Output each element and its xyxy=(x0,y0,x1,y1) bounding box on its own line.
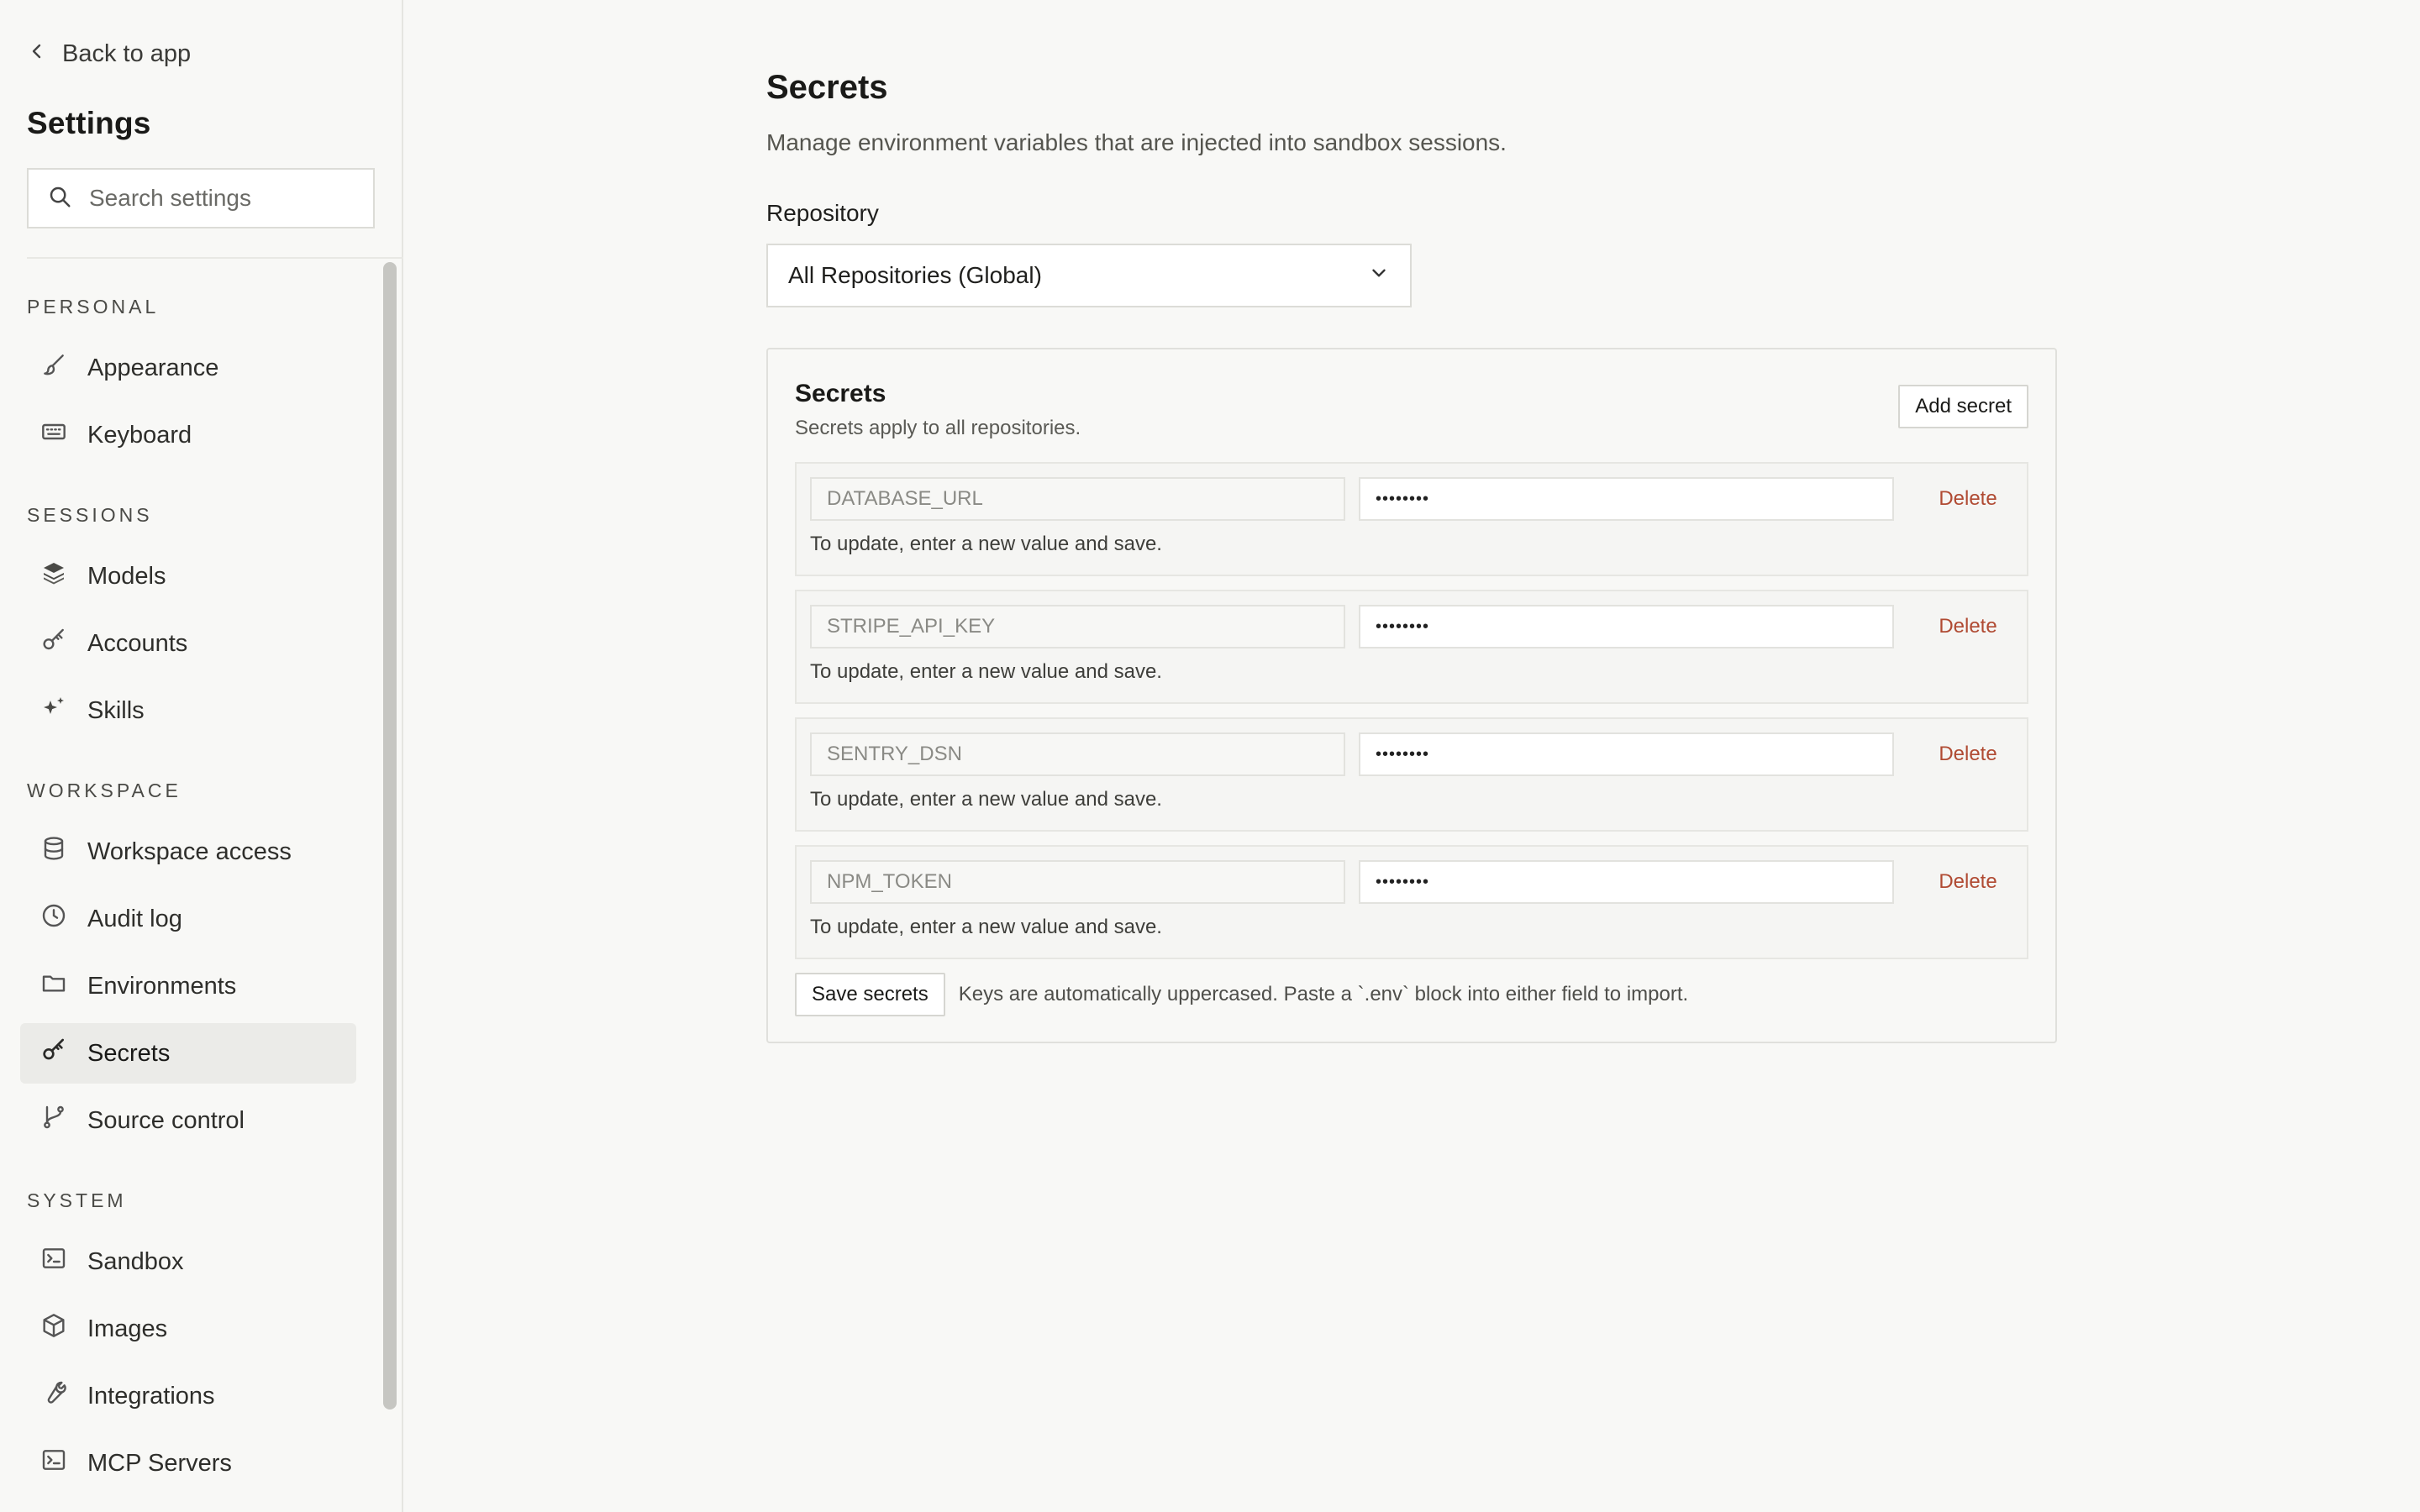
key-icon xyxy=(40,1037,67,1070)
secret-value-input[interactable] xyxy=(1359,860,1894,904)
secret-key-input[interactable] xyxy=(810,477,1345,521)
database-icon xyxy=(40,835,67,869)
section-label-system: SYSTEM xyxy=(27,1189,127,1211)
sidebar-item-models[interactable]: Models xyxy=(20,546,356,606)
sidebar-item-integrations[interactable]: Integrations xyxy=(20,1366,356,1426)
sidebar-nav: PERSONAL Appearance Keyboard SESSIONS Mo… xyxy=(0,259,402,1512)
secret-row: Delete To update, enter a new value and … xyxy=(795,845,2028,959)
secret-row: Delete To update, enter a new value and … xyxy=(795,462,2028,576)
back-to-app-label: Back to app xyxy=(62,39,192,67)
section-label-workspace: WORKSPACE xyxy=(27,780,182,801)
sidebar-item-audit-log[interactable]: Audit log xyxy=(20,889,356,949)
sidebar-item-environments[interactable]: Environments xyxy=(20,956,356,1016)
sidebar-item-workspace-access[interactable]: Workspace access xyxy=(20,822,356,882)
sidebar-item-label: Appearance xyxy=(87,354,219,381)
secret-value-input[interactable] xyxy=(1359,605,1894,648)
secrets-panel-footer: Save secrets Keys are automatically uppe… xyxy=(795,973,2028,1016)
page-subtitle: Manage environment variables that are in… xyxy=(766,129,1507,155)
app-root: Back to app Settings PERSONAL Appearance xyxy=(0,0,2420,1512)
sidebar-item-accounts[interactable]: Accounts xyxy=(20,613,356,674)
sidebar-item-label: Sandbox xyxy=(87,1247,184,1275)
secret-hint: To update, enter a new value and save. xyxy=(810,788,1162,811)
layers-icon xyxy=(40,559,67,593)
page-title: Secrets xyxy=(766,69,888,106)
nav-group-system: SYSTEM Sandbox Images Integrations MCP S… xyxy=(20,1189,375,1494)
nav-group-workspace: WORKSPACE Workspace access Audit log Env… xyxy=(20,780,375,1151)
secret-row: Delete To update, enter a new value and … xyxy=(795,717,2028,832)
repository-select[interactable]: All Repositories (Global) xyxy=(766,244,1412,307)
delete-secret-button[interactable]: Delete xyxy=(1923,487,2013,511)
sparkles-icon xyxy=(40,694,67,727)
keyboard-icon xyxy=(40,418,67,452)
folder-icon xyxy=(40,969,67,1003)
box-icon xyxy=(40,1312,67,1346)
search-icon xyxy=(47,184,72,213)
sidebar-scrollbar[interactable] xyxy=(383,262,397,1512)
sidebar-item-label: MCP Servers xyxy=(87,1449,232,1477)
secret-row: Delete To update, enter a new value and … xyxy=(795,590,2028,704)
save-secrets-button[interactable]: Save secrets xyxy=(795,973,945,1016)
sidebar-header: Back to app Settings xyxy=(0,0,403,259)
chevron-left-icon xyxy=(27,40,47,68)
sidebar-item-source-control[interactable]: Source control xyxy=(20,1090,356,1151)
sidebar-item-label: Skills xyxy=(87,696,145,724)
delete-secret-button[interactable]: Delete xyxy=(1923,870,2013,894)
nav-group-sessions: SESSIONS Models Accounts Skills xyxy=(20,504,375,741)
terminal-icon xyxy=(40,1446,67,1480)
add-secret-button[interactable]: Add secret xyxy=(1898,385,2028,428)
secret-hint: To update, enter a new value and save. xyxy=(810,916,1162,938)
section-label-sessions: SESSIONS xyxy=(27,504,153,526)
sidebar-scrollbar-thumb[interactable] xyxy=(383,262,397,1410)
wrench-icon xyxy=(40,1379,67,1413)
secrets-panel: Secrets Secrets apply to all repositorie… xyxy=(766,348,2057,1043)
secrets-footnote: Keys are automatically uppercased. Paste… xyxy=(958,983,1689,1005)
repository-select-value: All Repositories (Global) xyxy=(788,262,1042,288)
sidebar-item-mcp-servers[interactable]: MCP Servers xyxy=(20,1433,356,1494)
sidebar-item-secrets[interactable]: Secrets xyxy=(20,1023,356,1084)
secret-list: Delete To update, enter a new value and … xyxy=(795,462,2028,959)
sidebar-item-label: Audit log xyxy=(87,905,182,932)
sidebar-item-label: Models xyxy=(87,562,166,590)
sidebar-item-label: Keyboard xyxy=(87,421,192,449)
sidebar: Back to app Settings PERSONAL Appearance xyxy=(0,0,403,1512)
repository-label: Repository xyxy=(766,200,879,226)
secrets-panel-header: Secrets Secrets apply to all repositorie… xyxy=(795,376,2028,440)
secret-key-input[interactable] xyxy=(810,860,1345,904)
sidebar-item-label: Integrations xyxy=(87,1382,215,1410)
sidebar-item-label: Secrets xyxy=(87,1039,171,1067)
sidebar-item-sandbox[interactable]: Sandbox xyxy=(20,1231,356,1292)
secret-key-input[interactable] xyxy=(810,605,1345,648)
delete-secret-button[interactable]: Delete xyxy=(1923,743,2013,766)
back-to-app-link[interactable]: Back to app xyxy=(27,39,375,69)
secret-key-input[interactable] xyxy=(810,732,1345,776)
secrets-panel-title: Secrets xyxy=(795,380,886,407)
brush-icon xyxy=(40,351,67,385)
secrets-panel-subtitle: Secrets apply to all repositories. xyxy=(795,417,1081,439)
terminal-icon xyxy=(40,1245,67,1278)
secret-value-input[interactable] xyxy=(1359,732,1894,776)
sidebar-item-label: Source control xyxy=(87,1106,245,1134)
secret-hint: To update, enter a new value and save. xyxy=(810,660,1162,683)
main-content: Secrets Manage environment variables tha… xyxy=(403,0,2420,1512)
sidebar-title: Settings xyxy=(27,106,151,140)
delete-secret-button[interactable]: Delete xyxy=(1923,615,2013,638)
sidebar-item-label: Environments xyxy=(87,972,237,1000)
nav-group-personal: PERSONAL Appearance Keyboard xyxy=(20,296,375,465)
key-icon xyxy=(40,627,67,660)
sidebar-item-appearance[interactable]: Appearance xyxy=(20,338,356,398)
clock-icon xyxy=(40,902,67,936)
sidebar-item-keyboard[interactable]: Keyboard xyxy=(20,405,356,465)
search-settings-box[interactable] xyxy=(27,168,375,228)
section-label-personal: PERSONAL xyxy=(27,296,160,318)
sidebar-item-label: Workspace access xyxy=(87,837,292,865)
secret-value-input[interactable] xyxy=(1359,477,1894,521)
sidebar-item-label: Images xyxy=(87,1315,168,1342)
sidebar-item-images[interactable]: Images xyxy=(20,1299,356,1359)
git-branch-icon xyxy=(40,1104,67,1137)
sidebar-item-skills[interactable]: Skills xyxy=(20,680,356,741)
chevron-down-icon xyxy=(1368,262,1390,290)
secret-hint: To update, enter a new value and save. xyxy=(810,533,1162,555)
sidebar-item-label: Accounts xyxy=(87,629,188,657)
search-settings-input[interactable] xyxy=(89,185,355,212)
